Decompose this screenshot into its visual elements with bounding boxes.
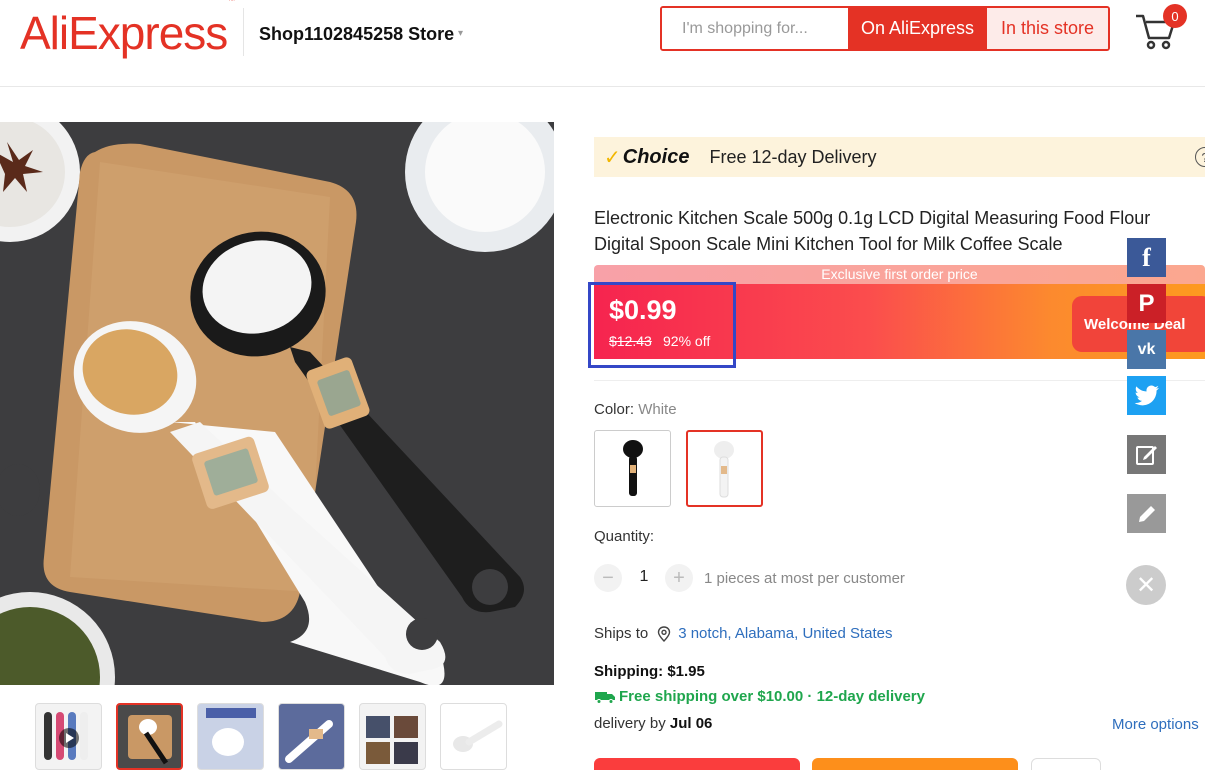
choice-label: Choice: [622, 145, 690, 168]
delivery-date-row: delivery by Jul 06: [594, 715, 713, 732]
thumbnail-video[interactable]: [35, 703, 102, 770]
quantity-increase-button[interactable]: +: [665, 564, 693, 592]
divider: [594, 380, 1205, 381]
search-in-store-button[interactable]: In this store: [987, 8, 1108, 49]
product-photo: [0, 122, 554, 685]
quantity-decrease-button[interactable]: −: [594, 564, 622, 592]
edit-icon: [1135, 445, 1157, 465]
color-value: White: [638, 401, 677, 418]
pinterest-icon: P: [1138, 289, 1155, 317]
shipping-location-link[interactable]: 3 notch, Alabama, United States: [678, 625, 892, 642]
wishlist-button[interactable]: [1031, 758, 1101, 770]
price-highlight-box: [588, 282, 736, 368]
facebook-share-button[interactable]: f: [1127, 238, 1166, 277]
main-product-image[interactable]: [0, 122, 554, 685]
thumbnail-4[interactable]: [278, 703, 345, 770]
thumbnail-3[interactable]: [197, 703, 264, 770]
store-name[interactable]: Shop1102845258 Store: [259, 24, 454, 45]
choice-logo: ✓ Choice: [604, 145, 689, 170]
cart-count-badge: 0: [1163, 4, 1187, 28]
feedback-button[interactable]: [1127, 435, 1166, 474]
twitter-icon: [1134, 384, 1159, 405]
thumbnail-5[interactable]: [359, 703, 426, 770]
quantity-label: Quantity:: [594, 528, 655, 545]
report-button[interactable]: [1127, 494, 1166, 533]
close-icon[interactable]: ✕: [1126, 565, 1166, 605]
vk-share-button[interactable]: vk: [1127, 330, 1166, 369]
quantity-limit-note: 1 pieces at most per customer: [704, 570, 905, 587]
search-input[interactable]: [662, 8, 848, 49]
cart-button[interactable]: 0: [1134, 4, 1188, 50]
thumbnail-strip: [35, 703, 507, 770]
vk-icon: vk: [1137, 340, 1156, 358]
ships-to-label: Ships to: [594, 625, 649, 642]
search-box: On AliExpress In this store: [660, 6, 1110, 51]
thumbnail-2[interactable]: [116, 703, 183, 770]
search-on-aliexpress-button[interactable]: On AliExpress: [848, 8, 987, 49]
checkmark-icon: ✓: [604, 146, 621, 169]
shipping-cost: Shipping: $1.95: [594, 663, 705, 680]
swatch-black[interactable]: [594, 430, 671, 507]
ships-to-row: Ships to 3 notch, Alabama, United States: [594, 625, 893, 642]
color-label: Color: White: [594, 401, 677, 418]
logo-divider: [243, 8, 244, 56]
product-title: Electronic Kitchen Scale 500g 0.1g LCD D…: [594, 208, 1151, 254]
truck-icon: [595, 691, 615, 704]
quantity-value[interactable]: 1: [634, 568, 654, 586]
pinterest-share-button[interactable]: P: [1127, 284, 1166, 323]
delivery-date: Jul 06: [669, 715, 713, 732]
twitter-share-button[interactable]: [1127, 376, 1166, 415]
add-to-cart-button[interactable]: [812, 758, 1018, 770]
location-pin-icon: [658, 625, 671, 642]
swatch-white[interactable]: [686, 430, 763, 507]
free-shipping-row: Free shipping over $10.00 · 12-day deliv…: [594, 688, 925, 705]
more-options-link[interactable]: More options: [1112, 716, 1199, 733]
thumbnail-6[interactable]: [440, 703, 507, 770]
facebook-icon: f: [1142, 242, 1151, 272]
play-icon: [44, 712, 88, 760]
choice-banner: ✓ Choice Free 12-day Delivery ?: [594, 137, 1205, 177]
buy-now-button[interactable]: [594, 758, 800, 770]
chevron-down-icon[interactable]: ▾: [458, 28, 463, 39]
free-shipping-text: Free shipping over $10.00 · 12-day deliv…: [619, 688, 925, 705]
help-icon[interactable]: ?: [1195, 147, 1205, 167]
choice-delivery-text: Free 12-day Delivery: [709, 146, 877, 167]
pencil-icon: [1138, 505, 1155, 522]
header: AliExpress™ Shop1102845258 Store ▾ On Al…: [0, 0, 1205, 87]
aliexpress-logo[interactable]: AliExpress™: [20, 0, 235, 60]
